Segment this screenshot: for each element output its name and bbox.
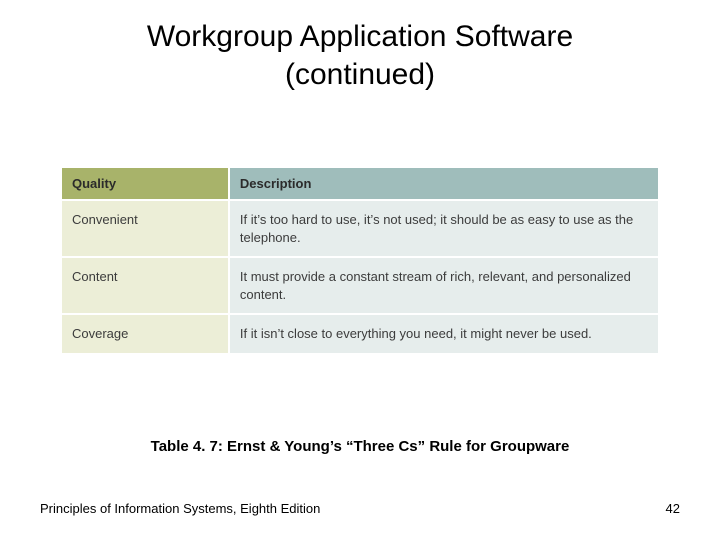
col-header-quality: Quality (62, 168, 229, 200)
slide-title: Workgroup Application Software (continue… (0, 0, 720, 93)
cell-description: If it’s too hard to use, it’s not used; … (229, 200, 658, 257)
cell-quality: Content (62, 257, 229, 314)
slide: Workgroup Application Software (continue… (0, 0, 720, 540)
three-cs-table-wrap: Quality Description Convenient If it’s t… (62, 168, 658, 353)
col-header-description: Description (229, 168, 658, 200)
table-row: Coverage If it isn’t close to everything… (62, 314, 658, 353)
cell-quality: Coverage (62, 314, 229, 353)
cell-description: If it isn’t close to everything you need… (229, 314, 658, 353)
three-cs-table: Quality Description Convenient If it’s t… (62, 168, 658, 353)
title-line-1: Workgroup Application Software (147, 20, 573, 53)
footer-text: Principles of Information Systems, Eight… (40, 501, 320, 516)
table-caption: Table 4. 7: Ernst & Young’s “Three Cs” R… (0, 438, 720, 455)
table-header-row: Quality Description (62, 168, 658, 200)
page-number: 42 (666, 501, 680, 516)
table-row: Convenient If it’s too hard to use, it’s… (62, 200, 658, 257)
table-row: Content It must provide a constant strea… (62, 257, 658, 314)
cell-quality: Convenient (62, 200, 229, 257)
cell-description: It must provide a constant stream of ric… (229, 257, 658, 314)
title-line-2: (continued) (285, 58, 435, 91)
